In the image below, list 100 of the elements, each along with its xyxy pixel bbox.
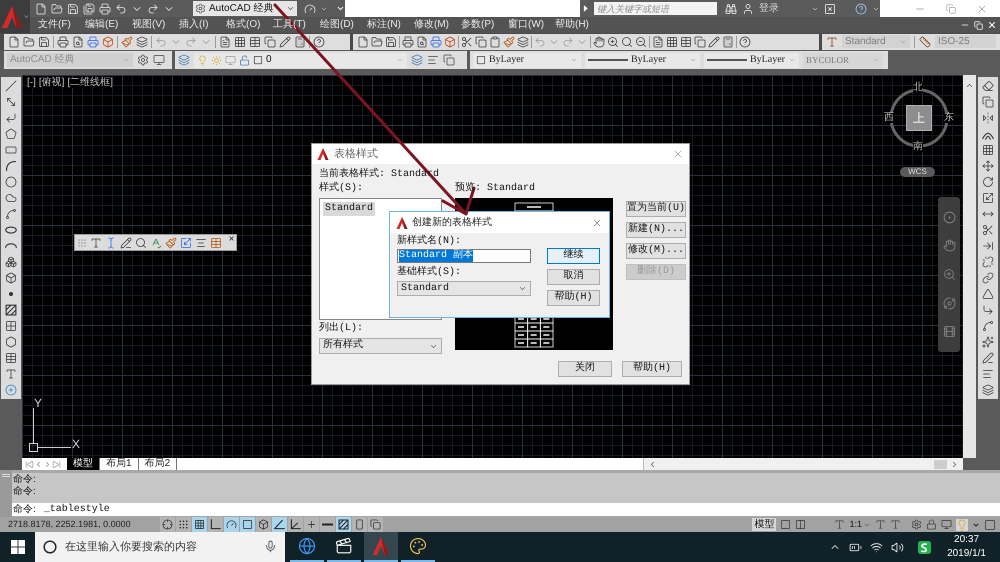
menu-item[interactable]: 帮助(H): [555, 20, 602, 30]
film-icon[interactable]: [942, 325, 956, 338]
crosshair-icon[interactable]: [160, 517, 175, 532]
menu-item[interactable]: 标注(N): [367, 20, 414, 30]
layers-icon[interactable]: [136, 36, 148, 48]
dialog-button[interactable]: 取消: [547, 269, 600, 285]
printer-icon[interactable]: [430, 36, 442, 48]
next-tab-icon[interactable]: [43, 460, 52, 468]
menu-item[interactable]: 文件(F): [38, 20, 85, 30]
swatch-icon[interactable]: [253, 55, 263, 65]
help-icon[interactable]: [313, 36, 325, 48]
dialog-button[interactable]: 帮助(H): [547, 290, 600, 306]
ruler-icon[interactable]: [919, 36, 931, 48]
sign-in-button[interactable]: 登录: [759, 4, 806, 14]
scroll-right-icon[interactable]: [950, 460, 959, 468]
caret-icon[interactable]: [972, 520, 980, 528]
pen-icon[interactable]: [982, 352, 994, 364]
open-folder-icon[interactable]: [371, 36, 383, 48]
cube-icon[interactable]: [256, 517, 271, 532]
text-style-icon[interactable]: [826, 36, 838, 48]
eraser-icon[interactable]: [982, 80, 994, 92]
line-sample-icon[interactable]: [588, 58, 628, 62]
mirror-icon[interactable]: [982, 112, 994, 124]
text-icon[interactable]: [5, 368, 17, 380]
square-icon[interactable]: [240, 517, 255, 532]
spell-check-icon[interactable]: [150, 236, 162, 248]
copy-icon[interactable]: [475, 36, 487, 48]
padlock-icon[interactable]: [239, 54, 250, 66]
paintbrush-icon[interactable]: [503, 36, 515, 48]
linetype-dropdown[interactable]: ByLayer: [585, 52, 700, 68]
list-filter-dropdown[interactable]: 所有样式: [319, 338, 442, 354]
layers-icon[interactable]: [982, 384, 994, 396]
close-icon[interactable]: [228, 235, 235, 242]
command-line-grip[interactable]: [0, 470, 12, 517]
menu-item[interactable]: 参数(P): [461, 20, 508, 30]
hatched-square-icon[interactable]: [336, 517, 351, 532]
hand-icon[interactable]: [593, 36, 605, 48]
document-icon[interactable]: [219, 36, 231, 48]
copy-icon[interactable]: [264, 36, 276, 48]
grid-icon[interactable]: [5, 320, 17, 332]
first-tab-icon[interactable]: [25, 460, 34, 468]
paintbrush-icon[interactable]: [165, 236, 177, 248]
calculator-icon[interactable]: [722, 36, 734, 48]
square-icon[interactable]: [780, 519, 792, 530]
link-icon[interactable]: [982, 272, 994, 284]
caret-icon[interactable]: [518, 284, 527, 293]
columns-icon[interactable]: [795, 519, 806, 530]
printer-icon[interactable]: [99, 2, 111, 14]
circle-icon[interactable]: [5, 176, 17, 188]
taskbar-search-field[interactable]: 在这里输入你要搜索的内容: [35, 532, 285, 562]
triangle-icon[interactable]: [982, 288, 994, 300]
restore-icon[interactable]: [974, 20, 983, 30]
last-tab-icon[interactable]: [52, 460, 61, 468]
scissors-icon[interactable]: [982, 224, 994, 236]
palette-icon[interactable]: [409, 537, 427, 555]
corner-arrow-icon[interactable]: [982, 304, 994, 316]
layer-dropdown[interactable]: 0: [194, 52, 407, 68]
restore-icon[interactable]: [946, 4, 956, 14]
tiles-icon[interactable]: [11, 540, 25, 554]
table-icon[interactable]: [5, 352, 17, 364]
viewport-control[interactable]: [-]: [27, 78, 36, 88]
grid-icon[interactable]: [192, 517, 207, 532]
command-input-field[interactable]: 命令: _tablestyle: [12, 503, 1000, 516]
ucs-menu-button[interactable]: WCS: [900, 167, 935, 177]
monitor-icon[interactable]: [941, 519, 952, 530]
boxes-icon[interactable]: [5, 256, 17, 268]
printer-icon[interactable]: [87, 36, 99, 48]
style-name-field[interactable]: Standard 副本: [397, 249, 531, 263]
ellipse-icon[interactable]: [5, 224, 17, 236]
arrow-to-line-icon[interactable]: [982, 240, 994, 252]
caret-icon[interactable]: [22, 13, 30, 20]
copy-icon[interactable]: [694, 36, 706, 48]
zoom-in-icon[interactable]: [607, 36, 619, 48]
compass-north-label[interactable]: 北: [913, 83, 923, 93]
wifi-icon[interactable]: [870, 540, 884, 554]
layout-tab[interactable]: 模型: [67, 458, 100, 470]
globe-icon[interactable]: [298, 537, 316, 555]
save-all-icon[interactable]: [83, 2, 95, 14]
right-angle-icon[interactable]: [208, 517, 223, 532]
search-icon[interactable]: [135, 236, 147, 248]
sparkles-icon[interactable]: [982, 336, 994, 348]
cad-button[interactable]: [364, 532, 398, 562]
magnifier-icon[interactable]: [621, 36, 633, 48]
paintbrush-icon[interactable]: [121, 36, 133, 48]
gauge-icon[interactable]: [224, 517, 239, 532]
vertical-scrollbar[interactable]: [963, 75, 976, 458]
orbit-icon[interactable]: [942, 296, 956, 310]
pencil-icon[interactable]: [279, 36, 291, 48]
compass-south-label[interactable]: 南: [913, 142, 923, 152]
search-field[interactable]: 键入关键字或短语: [594, 2, 717, 15]
circle-dot-icon[interactable]: [942, 210, 956, 224]
swatch-icon[interactable]: [476, 55, 486, 65]
model-space-button[interactable]: 模型: [752, 518, 776, 531]
style-list-item[interactable]: Standard: [323, 202, 376, 216]
monitor-icon[interactable]: [153, 54, 165, 66]
microphone-icon[interactable]: [264, 540, 277, 553]
text-icon[interactable]: [834, 519, 846, 530]
gauge-icon[interactable]: [304, 2, 316, 14]
annotation-scale-button[interactable]: 1:1: [849, 520, 871, 529]
copy-icon[interactable]: [982, 96, 994, 108]
